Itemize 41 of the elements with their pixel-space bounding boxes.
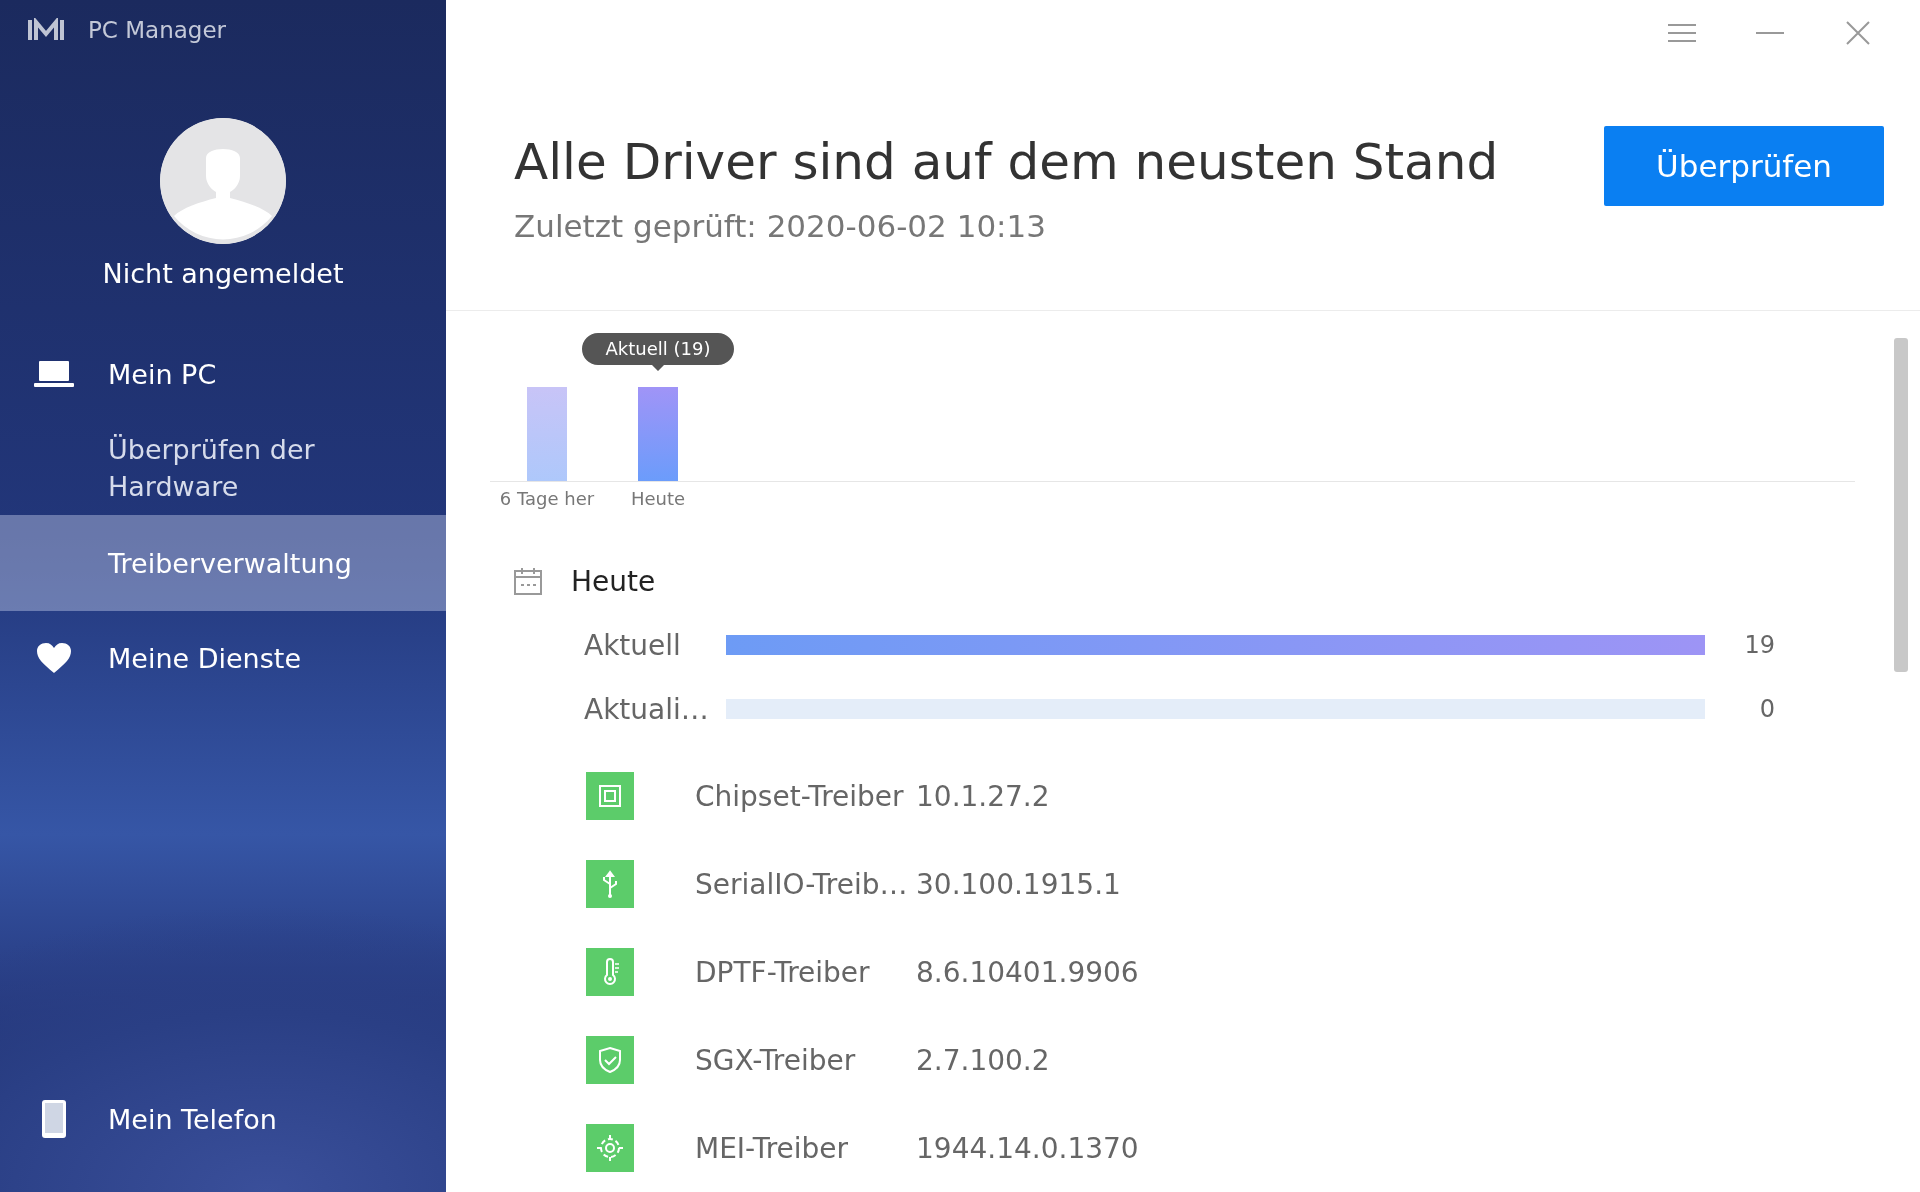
summary-label: Aktuali… bbox=[584, 692, 710, 726]
driver-icon bbox=[586, 1124, 634, 1172]
axis-label: 6 Tage her bbox=[499, 488, 595, 509]
nav-subitem[interactable]: Überprüfen der Hardware bbox=[0, 421, 446, 515]
laptop-icon bbox=[34, 359, 74, 389]
summary-label: Aktuell bbox=[584, 628, 682, 662]
minimize-icon bbox=[1756, 32, 1784, 34]
menu-icon bbox=[1668, 24, 1696, 42]
account-status: Nicht angemeldet bbox=[102, 258, 344, 289]
nav-item[interactable]: Mein Telefon bbox=[0, 1072, 446, 1166]
driver-version: 30.100.1915.1 bbox=[916, 867, 1121, 901]
logo-icon bbox=[28, 18, 64, 42]
driver-name: MEI-Treiber bbox=[695, 1131, 850, 1165]
driver-icon bbox=[586, 860, 634, 908]
driver-version: 10.1.27.2 bbox=[916, 779, 1050, 813]
driver-name: Chipset-Treiber bbox=[695, 779, 905, 813]
driver-name: SerialIO-Treib… bbox=[695, 867, 909, 901]
driver-name: SGX-Treiber bbox=[695, 1043, 857, 1077]
nav-item[interactable]: Mein PC bbox=[0, 327, 446, 421]
scrollbar-thumb[interactable] bbox=[1894, 338, 1908, 672]
last-checked-text: Zuletzt geprüft: 2020-06-02 10:13 bbox=[514, 208, 1047, 244]
chart-tooltip: Aktuell (19) bbox=[582, 333, 734, 371]
driver-name: DPTF-Treiber bbox=[695, 955, 871, 989]
app-title: PC Manager bbox=[88, 17, 227, 43]
driver-icon bbox=[586, 1036, 634, 1084]
status-title: Alle Driver sind auf dem neusten Stand bbox=[514, 132, 1500, 193]
driver-icon bbox=[586, 948, 634, 996]
driver-version: 1944.14.0.1370 bbox=[916, 1131, 1139, 1165]
driver-version: 2.7.100.2 bbox=[916, 1043, 1050, 1077]
axis-label: Heute bbox=[630, 488, 686, 509]
driver-icon bbox=[586, 772, 634, 820]
driver-version: 8.6.10401.9906 bbox=[916, 955, 1139, 989]
summary-count: 19 bbox=[1743, 631, 1775, 659]
section-title: Heute bbox=[571, 564, 656, 598]
summary-count: 0 bbox=[1758, 695, 1775, 723]
nav-item[interactable]: Meine Dienste bbox=[0, 611, 446, 705]
close-icon bbox=[1846, 21, 1870, 45]
check-button[interactable]: Überprüfen bbox=[1604, 126, 1884, 206]
calendar-icon bbox=[513, 566, 543, 596]
nav-subitem[interactable]: Treiberverwaltung bbox=[0, 515, 446, 611]
heart-icon bbox=[34, 642, 74, 674]
